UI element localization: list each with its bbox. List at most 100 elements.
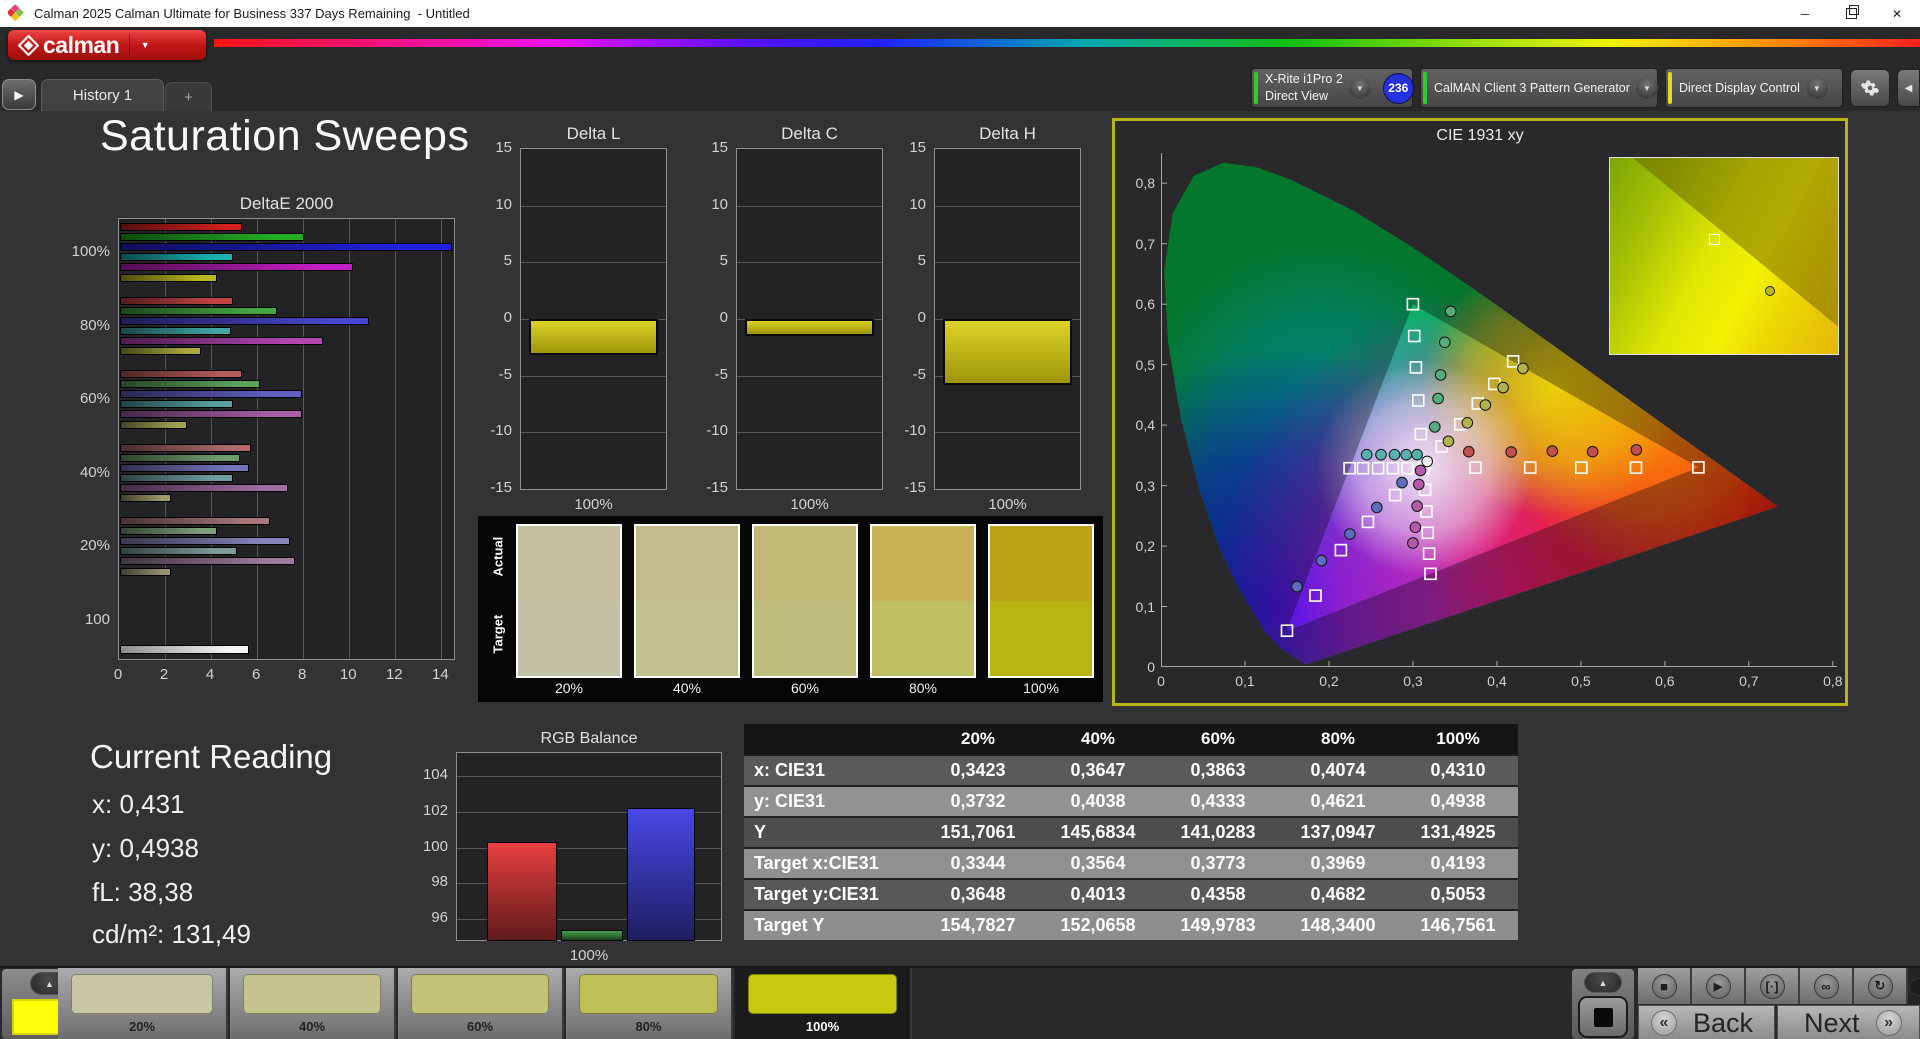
transport-play-button[interactable]: ▶ xyxy=(1692,968,1746,1004)
calman-menu-button[interactable]: calman ▼ xyxy=(8,30,206,60)
table-cell: 0,3863 xyxy=(1190,760,1246,780)
titlebar: Calman 2025 Calman Ultimate for Business… xyxy=(0,0,1920,27)
table-cell: 148,3400 xyxy=(1300,915,1376,935)
delta-plot[interactable] xyxy=(934,148,1081,490)
chevron-down-icon: ▼ xyxy=(1635,77,1658,99)
rgb-bar-blue xyxy=(627,808,695,941)
reading-fl: fL: 38,38 xyxy=(92,877,194,907)
axis-label: 40% xyxy=(79,464,110,481)
pattern-level-80%[interactable]: 80% xyxy=(566,968,733,1039)
collapse-panel-button[interactable]: ◀ xyxy=(1897,69,1920,107)
compare-swatch xyxy=(870,524,976,678)
cie-measured-magenta xyxy=(1414,464,1427,477)
table-header-row: 20% 40% 60% 80% 100% xyxy=(744,724,1518,754)
delta-plot[interactable] xyxy=(520,148,667,490)
gridline xyxy=(737,262,882,264)
axis-label: 15 xyxy=(711,139,728,156)
spectrum-bar xyxy=(214,39,1920,47)
table-header-cell: 100% xyxy=(1436,729,1480,748)
swatch-label: 40% xyxy=(672,680,702,696)
table-row: x: CIE31 0,3423 0,3647 0,3863 0,4074 0,4310 xyxy=(744,754,1518,785)
axis-label: 0,2 xyxy=(1135,538,1155,555)
deltae-bar-red xyxy=(120,296,233,305)
meter-reading-badge[interactable]: 236 xyxy=(1382,72,1414,104)
rgb-plot[interactable] xyxy=(456,752,722,941)
cie-measured-blue xyxy=(1291,580,1303,593)
pattern-level-100%[interactable]: 100% xyxy=(735,968,912,1039)
source-dropdown[interactable]: CalMAN Client 3 Pattern Generator ▼ xyxy=(1420,68,1658,108)
axis-label: 10 xyxy=(339,666,357,683)
add-tab-button[interactable]: + xyxy=(165,82,212,111)
table-cell: 0,4013 xyxy=(1070,884,1126,904)
expand-up-button[interactable]: ▲ xyxy=(1584,972,1622,993)
transport-refresh-button[interactable]: ↻ xyxy=(1854,968,1908,1004)
pattern-level-40%[interactable]: 40% xyxy=(230,968,396,1039)
delta-bar xyxy=(745,319,874,336)
meter-dropdown[interactable]: X-Rite i1Pro 2 Direct View ▼ 236 xyxy=(1251,68,1414,108)
close-button[interactable]: ✕ xyxy=(1874,0,1920,27)
transport-single-measure-button[interactable]: [·] xyxy=(1746,968,1800,1004)
axis-label: 100 xyxy=(84,611,110,628)
axis-label: -15 xyxy=(904,479,926,496)
minimize-button[interactable]: ─ xyxy=(1782,0,1828,27)
axis-label: 10 xyxy=(495,195,512,213)
deltae-bar-yellow xyxy=(120,494,171,502)
gridline xyxy=(441,219,443,659)
settings-button[interactable] xyxy=(1850,69,1890,107)
cie-measured-red xyxy=(1463,445,1475,458)
compare-swatch xyxy=(752,524,858,678)
axis-label: 0,1 xyxy=(1135,598,1155,615)
table-cell: 149,9783 xyxy=(1180,915,1256,935)
gridline xyxy=(935,262,1080,264)
table-cell: 152,0658 xyxy=(1060,915,1136,935)
cie-measured-magenta xyxy=(1409,521,1422,534)
saturation-swatch-compare-panel[interactable]: Actual Target 20% 40% 60% 80% 100% xyxy=(478,516,1103,702)
delta-bar xyxy=(529,319,658,356)
axis-label: 0,7 xyxy=(1739,673,1759,689)
axis-label: 10 xyxy=(711,195,728,213)
meter-label: X-Rite i1Pro 2 Direct View xyxy=(1265,72,1343,103)
pattern-window-button[interactable] xyxy=(1578,996,1628,1038)
gridline xyxy=(349,219,351,659)
deltae-plot[interactable] xyxy=(118,218,455,660)
transport-stop-button[interactable]: ■ xyxy=(1638,968,1692,1004)
cie-measured-cyan xyxy=(1375,448,1387,461)
deltae-bar-cyan xyxy=(120,253,233,262)
table-header-cell: 20% xyxy=(960,729,996,748)
pattern-level-20%[interactable]: 20% xyxy=(58,968,228,1039)
chart-title: CIE 1931 xy xyxy=(1436,127,1524,144)
back-label: Back xyxy=(1693,1007,1754,1038)
deltae-bar-blue xyxy=(120,537,291,546)
table-header-cell: 40% xyxy=(1080,729,1116,748)
target-swatch xyxy=(754,601,856,676)
display-dropdown[interactable]: Direct Display Control ▼ xyxy=(1665,68,1843,108)
transport-continuous-button[interactable]: ∞ xyxy=(1800,968,1854,1004)
cie-measured-blue xyxy=(1344,528,1356,540)
next-button[interactable]: Next » xyxy=(1777,1005,1920,1039)
swatch-label: 100% xyxy=(1023,680,1059,696)
axis-label: -5 xyxy=(912,365,926,383)
deltae-bar-green xyxy=(120,527,217,536)
cie-1931-panel[interactable]: CIE 1931 xy 0 0,1 0,2 0,3 0,4 0,5 0,6 0,7 0,8 0 0,… xyxy=(1112,118,1848,706)
delta-plot[interactable] xyxy=(736,148,883,490)
reading-cdm2: cd/m²: 131,49 xyxy=(92,919,251,949)
pattern-level-label: 80% xyxy=(635,1019,662,1034)
calman-window: Calman 2025 Calman Ultimate for Business… xyxy=(0,0,1920,1039)
tab-history-1[interactable]: History 1 xyxy=(41,79,164,111)
axis-label: 0,4 xyxy=(1135,417,1155,434)
gridline xyxy=(521,432,666,434)
back-button[interactable]: « Back xyxy=(1638,1005,1775,1039)
deltae-bar-red xyxy=(120,223,243,231)
actual-swatch xyxy=(754,526,856,601)
restore-button[interactable] xyxy=(1828,0,1874,27)
table-cell: 0,3773 xyxy=(1190,853,1246,873)
rgb-bar-green xyxy=(561,929,623,941)
calman-logo-text: calman xyxy=(43,31,120,58)
tab-scroll-button[interactable]: ▶ xyxy=(2,79,36,110)
cie-inset-measured xyxy=(1764,286,1775,297)
axis-label: 5 xyxy=(503,252,512,270)
pattern-level-label: 20% xyxy=(128,1019,156,1034)
pattern-level-60%[interactable]: 60% xyxy=(398,968,564,1039)
axis-label: 0,5 xyxy=(1135,356,1155,373)
axis-label: 0 xyxy=(503,309,512,326)
